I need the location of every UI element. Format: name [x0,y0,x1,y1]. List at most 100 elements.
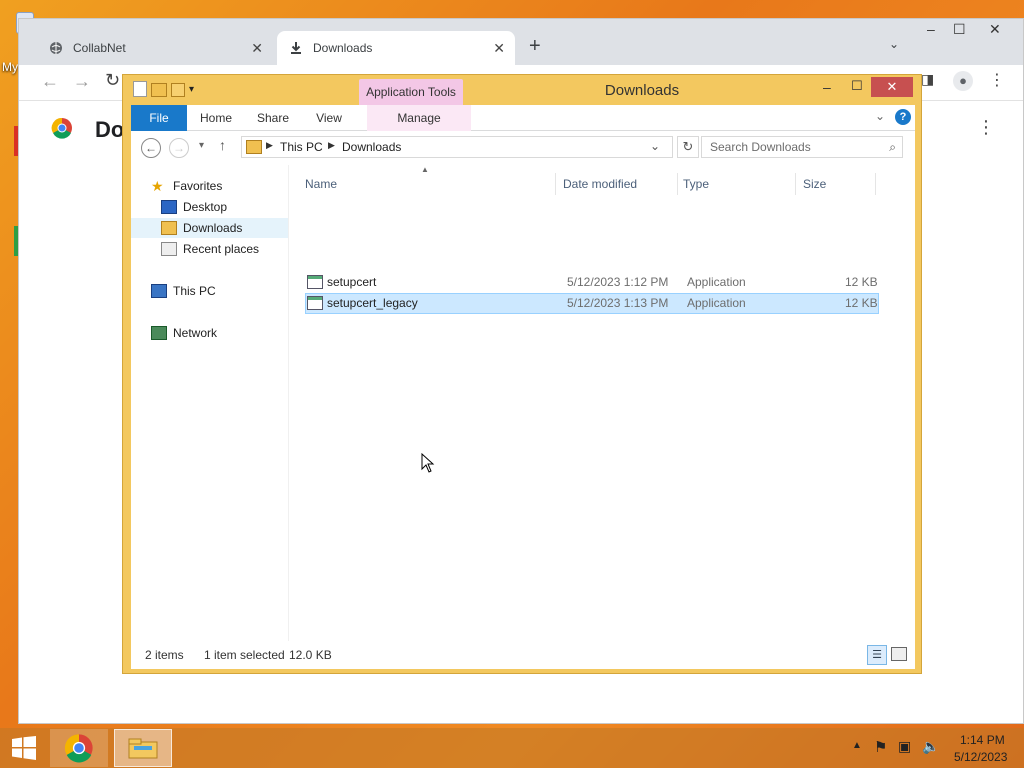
downloads-folder-icon [161,221,177,235]
nav-network[interactable]: Network [151,323,217,343]
search-input[interactable]: Search Downloads ⌕ [701,136,903,158]
close-button[interactable]: ✕ [871,77,913,97]
file-date: 5/12/2023 1:13 PM [567,296,669,310]
forward-icon[interactable]: → [169,138,189,158]
nav-downloads[interactable]: Downloads [131,218,288,238]
close-tab-icon[interactable]: ✕ [493,40,505,57]
chrome-tab-bar: CollabNet ✕ Downloads ✕ + ⌄ – ☐ ✕ [19,19,1023,65]
file-row-setupcert-legacy[interactable]: setupcert_legacy 5/12/2023 1:13 PM Appli… [305,293,879,314]
tab-share[interactable]: Share [251,105,295,131]
page-title: Do [95,117,125,142]
show-hidden-icons[interactable]: ▲ [852,740,862,751]
clock-date[interactable]: 5/12/2023 [954,750,1007,764]
window-title: Downloads [604,82,680,99]
network-icon [151,326,167,340]
chevron-right-icon: ▶ [266,140,273,150]
application-icon [307,275,323,289]
start-button[interactable] [0,729,48,767]
windows-icon [12,736,36,760]
tab-collabnet[interactable]: CollabNet ✕ [37,31,273,65]
refresh-icon[interactable]: ↻ [677,136,699,158]
tab-search-icon[interactable]: ⌄ [889,37,899,51]
search-placeholder: Search Downloads [710,140,811,154]
taskbar-file-explorer[interactable] [114,729,172,767]
large-icons-view-icon[interactable] [891,647,907,661]
desktop-icon [161,200,177,214]
column-divider[interactable] [875,173,876,195]
column-divider[interactable] [795,173,796,195]
nav-favorites[interactable]: ★ Favorites [151,176,222,196]
selection-count: 1 item selected [204,648,285,662]
nav-label: This PC [173,284,216,298]
reload-icon[interactable]: ↻ [105,70,120,91]
tab-title: CollabNet [73,41,126,55]
desktop-icon-label: My [2,60,18,74]
close-tab-icon[interactable]: ✕ [251,40,263,57]
nav-this-pc[interactable]: This PC [151,281,216,301]
back-icon[interactable]: ← [41,71,59,92]
maximize-button[interactable]: ☐ [851,78,863,94]
file-type: Application [687,275,746,289]
mouse-cursor [421,452,435,476]
ribbon-tabs: File Home Share View Manage ⌄ ? [131,105,915,131]
details-view-icon[interactable]: ☰ [867,645,887,665]
star-icon: ★ [151,178,164,194]
menu-icon[interactable]: ⋮ [989,70,1005,90]
up-icon[interactable]: ↑ [219,137,226,153]
download-icon [289,41,303,55]
profile-avatar[interactable]: ● [953,71,973,91]
breadcrumb-this-pc[interactable]: This PC [280,140,323,154]
tab-manage[interactable]: Manage [367,105,471,131]
file-row-setupcert[interactable]: setupcert 5/12/2023 1:12 PM Application … [305,272,879,293]
volume-muted-icon[interactable]: 🔈 [922,738,939,755]
address-dropdown-icon[interactable]: ⌄ [650,139,660,153]
tab-view[interactable]: View [307,105,351,131]
new-tab-button[interactable]: + [529,35,541,58]
taskbar: ▲ ⚑ ▣ 🔈 1:14 PM 5/12/2023 [0,728,1024,768]
tab-file[interactable]: File [131,105,187,131]
file-size: 12 KB [845,296,878,310]
column-name[interactable]: Name [305,173,337,195]
clock-time[interactable]: 1:14 PM [960,733,1005,747]
tab-downloads[interactable]: Downloads ✕ [277,31,515,65]
nav-recent-places[interactable]: Recent places [161,239,259,259]
address-bar[interactable]: ▶ This PC ▶ Downloads ⌄ [241,136,673,158]
nav-desktop[interactable]: Desktop [161,197,227,217]
file-name: setupcert [327,275,377,289]
navigation-pane: ★ Favorites Desktop Downloads Recent pla… [131,165,289,641]
column-divider[interactable] [555,173,556,195]
search-icon: ⌕ [889,140,896,154]
taskbar-chrome[interactable] [50,729,108,767]
application-icon [307,296,323,310]
nav-label: Desktop [183,200,228,214]
recent-places-icon [161,242,177,256]
action-center-flag-icon[interactable]: ⚑ [874,738,887,756]
close-button[interactable]: ✕ [989,21,1001,38]
page-menu-icon[interactable]: ⋮ [977,117,995,138]
column-date-modified[interactable]: Date modified [563,173,637,195]
selection-size: 12.0 KB [289,648,332,662]
column-size[interactable]: Size [803,173,826,195]
file-date: 5/12/2023 1:12 PM [567,275,669,289]
forward-icon[interactable]: → [73,71,91,92]
computer-icon [151,284,167,298]
column-type[interactable]: Type [683,173,709,195]
expand-ribbon-icon[interactable]: ⌄ [875,109,885,123]
folder-download-icon [246,140,262,154]
explorer-window: ▾ Downloads – ☐ ✕ Application Tools File… [122,74,922,674]
network-icon[interactable]: ▣ [898,738,911,755]
chevron-right-icon: ▶ [328,140,335,150]
file-name: setupcert_legacy [327,296,418,310]
maximize-button[interactable]: ☐ [953,21,966,38]
back-icon[interactable]: ← [141,138,161,158]
side-panel-icon[interactable]: ◨ [921,71,934,88]
minimize-button[interactable]: – [823,79,831,95]
title-bar[interactable]: ▾ Downloads – ☐ ✕ [123,75,921,105]
recent-locations-icon[interactable]: ▾ [199,140,204,151]
tab-home[interactable]: Home [193,105,239,131]
help-icon[interactable]: ? [895,109,911,125]
minimize-button[interactable]: – [927,21,935,37]
breadcrumb-downloads[interactable]: Downloads [342,140,401,154]
nav-label: Favorites [173,179,223,193]
column-divider[interactable] [677,173,678,195]
